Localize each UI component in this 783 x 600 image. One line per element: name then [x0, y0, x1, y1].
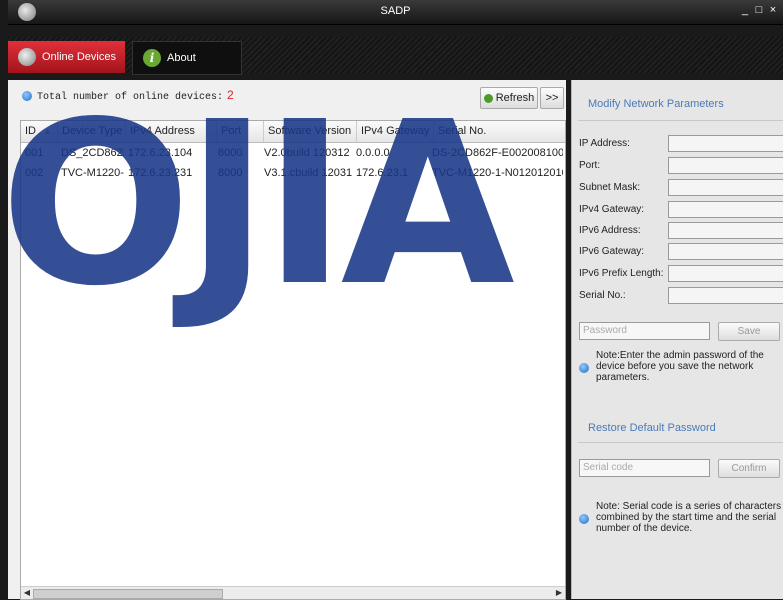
device-count-label: Total number of online devices: [37, 92, 224, 103]
horizontal-scrollbar[interactable]: ◀ ▶ [21, 586, 565, 599]
cell-software-version: V2.0build 120312 [264, 147, 350, 159]
ipv4-gateway-field[interactable] [668, 201, 783, 218]
cell-id: 001 [25, 147, 44, 159]
save-button[interactable]: Save [718, 322, 780, 341]
info-icon [22, 91, 32, 102]
device-list-panel: Total number of online devices: 2 Refresh… [8, 80, 566, 600]
save-note: Note:Enter the admin password of the dev… [596, 350, 764, 383]
ipv6-address-field[interactable] [668, 222, 783, 239]
info-icon [579, 514, 589, 524]
divider [578, 442, 783, 443]
cell-serial-no: TVC-M1220-1-N0120120106BI [432, 167, 563, 179]
column-header-device-type[interactable]: Device Type [58, 121, 126, 142]
title-bar: SADP _ □ × [8, 0, 783, 25]
tab-bar: Online Devices i About [8, 37, 783, 75]
table-row[interactable]: 001 DS_2CD862MF 172.6.23.104 8000 V2.0bu… [21, 143, 565, 163]
ipv6-gateway-label: IPv6 Gateway: [579, 246, 645, 257]
cell-software-version: V3.1.cbuild 120319 [264, 167, 352, 179]
column-header-port[interactable]: Port [217, 121, 264, 142]
sort-ascending-icon: ▲ [43, 126, 52, 136]
cell-device-type: TVC-M1220-1-N [61, 167, 124, 179]
window-title: SADP [380, 5, 411, 17]
cell-ipv4-address: 172.6.23.231 [128, 167, 193, 179]
ipv4-gateway-label: IPv4 Gateway: [579, 204, 645, 215]
column-header-ipv4-gateway[interactable]: IPv4 Gateway [357, 121, 434, 142]
info-icon: i [143, 49, 161, 67]
device-count-row: Total number of online devices: 2 [22, 88, 234, 103]
cell-serial-no: DS-2CD862F-E0020081008BC [432, 147, 563, 159]
ip-address-label: IP Address: [579, 138, 630, 149]
column-header-ipv4-address[interactable]: IPv4 Address [126, 121, 217, 142]
column-header-software-version[interactable]: Software Version [264, 121, 357, 142]
serial-code-note: Note: Serial code is a series of charact… [596, 501, 782, 534]
serial-no-label: Serial No.: [579, 290, 626, 301]
subnet-mask-label: Subnet Mask: [579, 182, 641, 193]
confirm-button[interactable]: Confirm [718, 459, 780, 478]
ipv6-prefix-length-label: IPv6 Prefix Length: [579, 268, 664, 279]
scroll-left-arrow-icon[interactable]: ◀ [21, 587, 33, 599]
expand-button[interactable]: >> [540, 87, 564, 109]
cell-ipv4-gateway: 172.6.23.1 [356, 167, 408, 179]
cell-port: 8000 [218, 167, 243, 179]
ip-address-field[interactable] [668, 135, 783, 152]
modify-network-title: Modify Network Parameters [588, 98, 724, 110]
minimize-button[interactable]: _ [739, 4, 751, 16]
serial-code-input[interactable]: Serial code [579, 459, 710, 477]
column-header-id-label: ID [25, 125, 36, 137]
tab-about-label: About [167, 52, 196, 64]
divider [578, 120, 783, 121]
table-row[interactable]: 002 TVC-M1220-1-N 172.6.23.231 8000 V3.1… [21, 163, 565, 183]
close-button[interactable]: × [767, 4, 779, 16]
tab-online-devices-label: Online Devices [42, 51, 116, 63]
cell-port: 8000 [218, 147, 243, 159]
subnet-mask-field[interactable] [668, 179, 783, 196]
port-label: Port: [579, 160, 601, 171]
column-header-serial-no[interactable]: Serial No. [434, 121, 565, 142]
cell-ipv4-gateway: 0.0.0.0 [356, 147, 390, 159]
cell-id: 002 [25, 167, 44, 179]
tab-about[interactable]: i About [132, 41, 242, 75]
port-field[interactable] [668, 157, 783, 174]
scroll-right-arrow-icon[interactable]: ▶ [553, 587, 565, 599]
table-header: ID ▲ Device Type IPv4 Address Port Softwa… [21, 121, 565, 143]
device-count-value: 2 [227, 88, 234, 102]
info-icon [579, 363, 589, 373]
password-input[interactable]: Password [579, 322, 710, 340]
refresh-button[interactable]: Refresh [480, 87, 538, 109]
refresh-label: Refresh [495, 92, 535, 104]
devices-icon [18, 48, 36, 66]
serial-no-field[interactable] [668, 287, 783, 304]
cell-device-type: DS_2CD862MF [61, 147, 124, 159]
ipv6-address-label: IPv6 Address: [579, 225, 641, 236]
column-header-id[interactable]: ID ▲ [21, 121, 58, 142]
maximize-button[interactable]: □ [753, 4, 765, 16]
ipv6-prefix-length-field[interactable] [668, 265, 783, 282]
window-controls: _ □ × [737, 4, 779, 16]
ipv6-gateway-field[interactable] [668, 243, 783, 260]
tab-online-devices[interactable]: Online Devices [8, 41, 125, 73]
cell-ipv4-address: 172.6.23.104 [128, 147, 193, 159]
scrollbar-thumb[interactable] [33, 589, 223, 599]
parameters-panel: Modify Network Parameters IP Address: Po… [571, 80, 783, 599]
restore-password-title: Restore Default Password [588, 422, 716, 434]
refresh-icon [483, 93, 493, 103]
device-table: ID ▲ Device Type IPv4 Address Port Softwa… [20, 120, 566, 600]
